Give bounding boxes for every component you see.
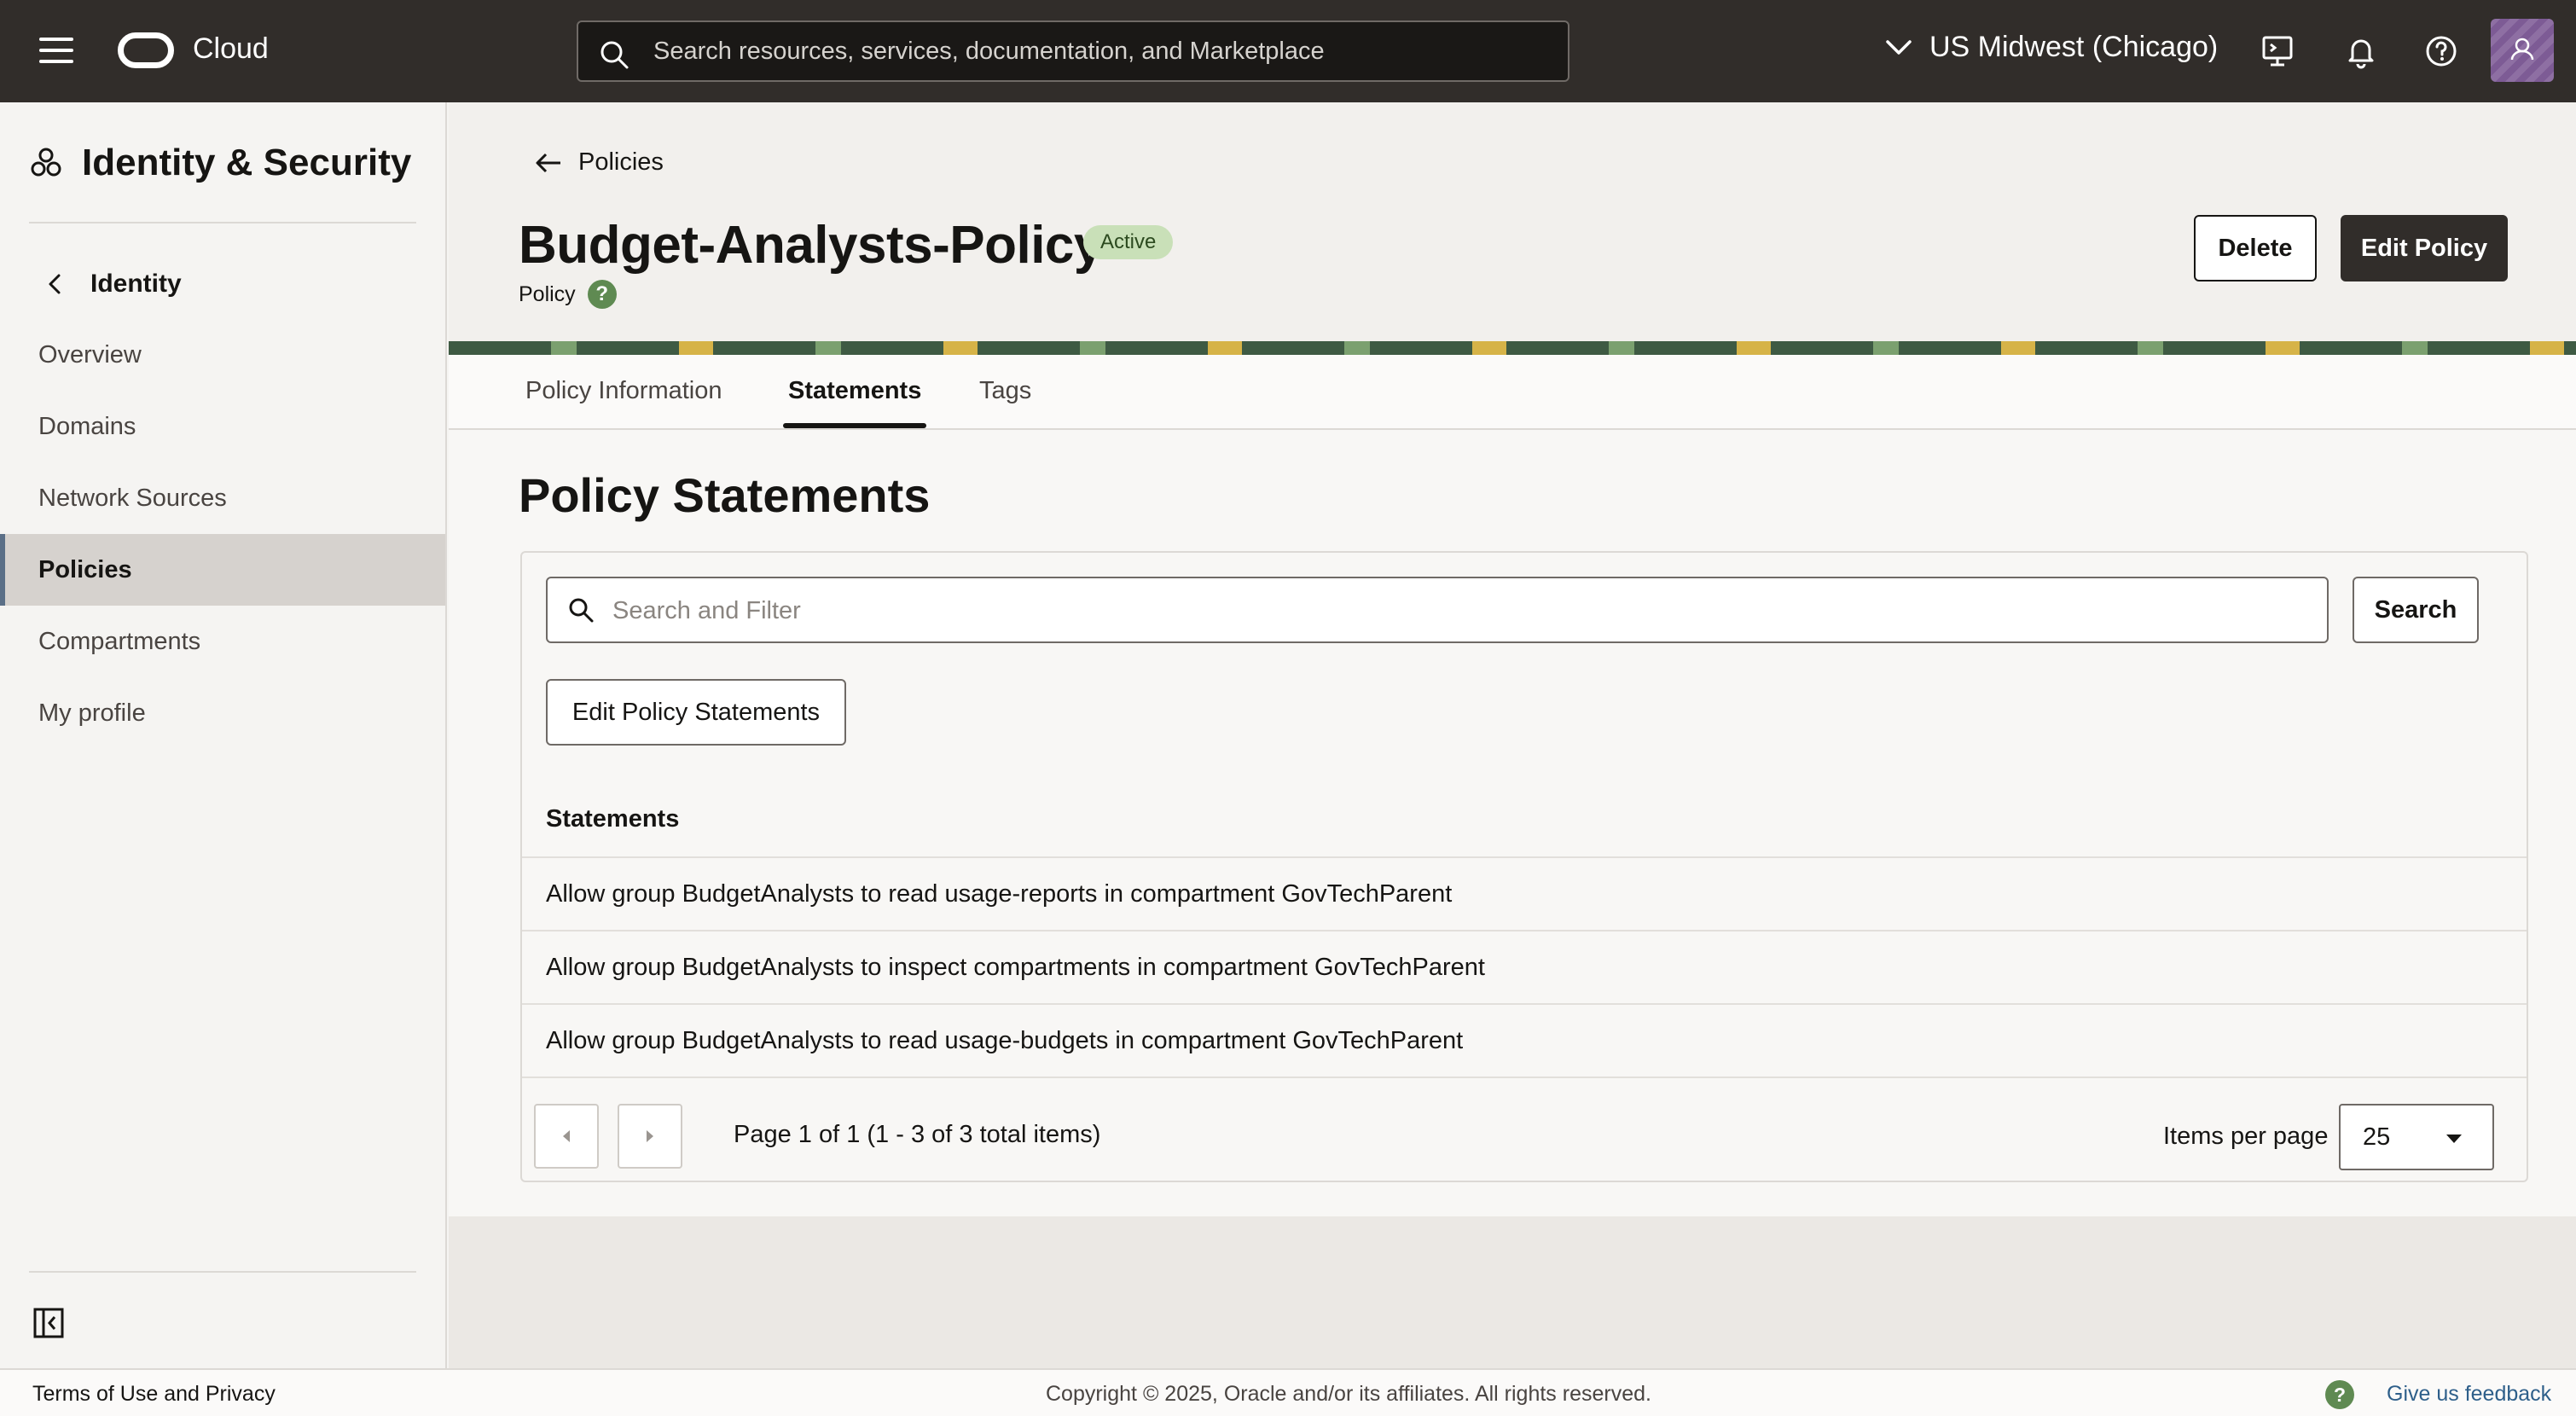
help-icon[interactable] [2421,31,2462,72]
edit-policy-statements-button[interactable]: Edit Policy Statements [546,679,846,746]
tab-bar: Policy Information Statements Tags [449,355,2576,430]
statements-card: Search Edit Policy Statements Statements… [520,551,2528,1182]
items-per-page-label: Items per page [2163,1123,2329,1150]
region-label: US Midwest (Chicago) [1929,31,2219,63]
column-header-statements: Statements [546,805,680,833]
page-title: Budget-Analysts-Policy [519,216,1103,275]
pagination: Page 1 of 1 (1 - 3 of 3 total items) Ite… [522,1077,2527,1181]
feedback-link[interactable]: Give us feedback [2387,1382,2551,1407]
sidebar-item-my-profile[interactable]: My profile [0,677,445,749]
arrow-left-icon [536,153,560,172]
main-content: Policies Budget-Analysts-Policy Active P… [449,102,2576,1368]
brand-label[interactable]: Cloud [193,32,269,66]
search-icon [600,41,629,69]
global-search-input[interactable] [653,34,1540,68]
sidebar-header: Identity & Security [29,142,411,184]
copyright-text: Copyright © 2025, Oracle and/or its affi… [1046,1382,1651,1406]
previous-page-button[interactable] [534,1104,599,1169]
decorative-banner [449,341,2576,355]
active-tab-indicator [783,423,926,428]
hamburger-menu-icon[interactable] [39,38,73,65]
resource-type: Policy ? [519,280,617,309]
cloud-shell-icon[interactable] [2257,31,2298,72]
section-title: Policy Statements [519,468,931,522]
next-page-button[interactable] [618,1104,682,1169]
filter-input[interactable] [612,594,2301,628]
caret-down-icon [2446,1135,2462,1143]
decorative-background [449,1216,2576,1368]
sidebar-collapse-icon[interactable] [32,1307,65,1339]
sidebar-item-network-sources[interactable]: Network Sources [0,462,445,534]
sidebar-item-overview[interactable]: Overview [0,319,445,391]
sidebar-bottom-divider [29,1271,416,1273]
region-selector[interactable]: US Midwest (Chicago) [1885,31,2218,64]
sidebar-item-compartments[interactable]: Compartments [0,606,445,677]
chevron-left-icon [49,274,61,294]
table-row: Allow group BudgetAnalysts to read usage… [522,856,2527,930]
table-row: Allow group BudgetAnalysts to inspect co… [522,930,2527,1003]
search-icon [569,598,594,623]
back-to-policies-link[interactable]: Policies [534,148,664,177]
page-info: Page 1 of 1 (1 - 3 of 3 total items) [734,1121,1101,1148]
sidebar-back-identity[interactable]: Identity [48,270,182,299]
statement-text: Allow group BudgetAnalysts to read usage… [546,879,1453,908]
bell-icon[interactable] [2341,31,2382,72]
chevron-down-icon [1886,39,1912,55]
tab-policy-information[interactable]: Policy Information [525,377,722,405]
user-icon [2510,38,2534,61]
identity-security-icon [31,148,61,177]
statement-text: Allow group BudgetAnalysts to read usage… [546,1026,1464,1054]
status-badge: Active [1083,225,1174,259]
oracle-logo-icon[interactable] [118,32,174,68]
caret-left-icon [563,1130,570,1142]
sidebar-item-policies[interactable]: Policies [0,534,445,606]
caret-right-icon [647,1130,653,1142]
back-link-label: Policies [578,148,664,176]
filter-box[interactable] [546,577,2329,643]
delete-button[interactable]: Delete [2194,215,2317,281]
sidebar: Identity & Security Identity Overview Dom… [0,102,447,1368]
help-icon[interactable]: ? [2325,1380,2354,1409]
sidebar-item-domains[interactable]: Domains [0,391,445,462]
footer: Terms of Use and Privacy Copyright © 202… [0,1368,2576,1416]
search-button[interactable]: Search [2353,577,2479,643]
top-bar: Cloud US Midwest (Chicago) [0,0,2576,102]
table-row: Allow group BudgetAnalysts to read usage… [522,1003,2527,1077]
tab-tags[interactable]: Tags [979,377,1031,405]
resource-type-label: Policy [519,281,576,306]
edit-policy-button[interactable]: Edit Policy [2341,215,2508,281]
terms-link[interactable]: Terms of Use and Privacy [32,1382,276,1407]
tab-statements[interactable]: Statements [788,377,921,405]
items-per-page-select[interactable]: 25 [2339,1104,2494,1170]
sidebar-title: Identity & Security [82,142,412,183]
items-per-page-value: 25 [2363,1123,2391,1151]
sidebar-divider [29,222,416,223]
global-search[interactable] [577,20,1569,82]
avatar[interactable] [2491,19,2554,82]
sidebar-back-label: Identity [90,270,182,298]
help-icon[interactable]: ? [587,280,617,309]
statement-text: Allow group BudgetAnalysts to inspect co… [546,953,1485,981]
